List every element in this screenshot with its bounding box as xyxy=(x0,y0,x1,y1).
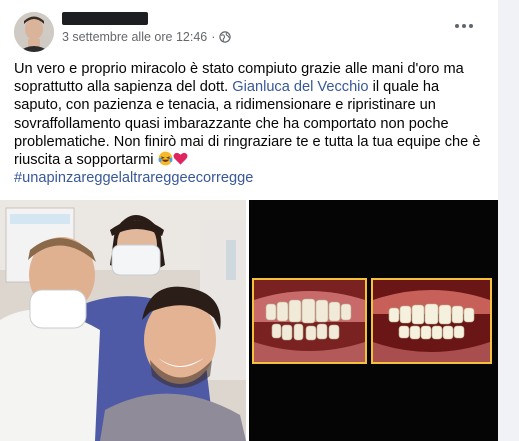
author-name[interactable]: ████████ xyxy=(62,12,148,25)
post-text: Un vero e proprio miracolo è stato compi… xyxy=(14,60,490,187)
facebook-post-card: ████████ 3 settembre alle ore 12:46 · Un… xyxy=(0,0,498,441)
meta-separator: · xyxy=(211,30,216,44)
doctor-mention-link[interactable]: Gianluca del Vecchio xyxy=(232,79,368,95)
clinic-selfie-photo[interactable] xyxy=(0,200,246,441)
post-date[interactable]: 3 settembre alle ore 12:46 xyxy=(62,30,207,44)
laughing-crying-emoji xyxy=(158,151,172,166)
red-heart-emoji xyxy=(173,152,188,165)
teeth-before-after-photo[interactable] xyxy=(249,200,498,441)
teeth-after-image xyxy=(371,278,492,364)
page-background-strip xyxy=(498,0,519,441)
teeth-before-image xyxy=(252,278,367,364)
more-options-icon[interactable] xyxy=(448,14,480,38)
author-avatar[interactable] xyxy=(14,12,54,52)
globe-icon xyxy=(219,31,232,43)
post-meta: 3 settembre alle ore 12:46 · xyxy=(62,30,232,44)
hashtag-link[interactable]: #unapinzareggelaltrareggeecorregge xyxy=(14,170,253,186)
